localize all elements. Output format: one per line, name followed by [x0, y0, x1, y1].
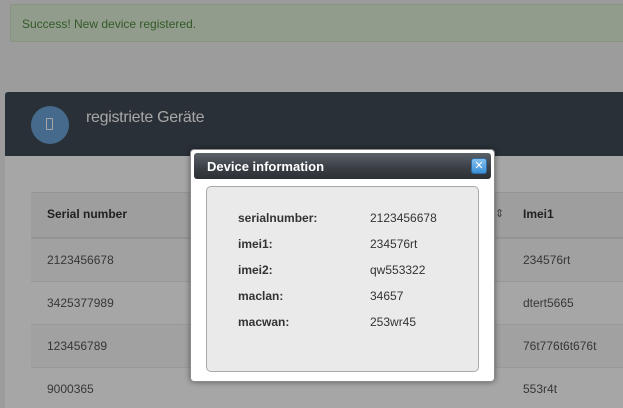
- info-label: imei2:: [238, 263, 273, 277]
- info-row-imei2: imei2: qw553322: [207, 263, 478, 281]
- device-info-box: serialnumber: 2123456678 imei1: 234576rt…: [206, 186, 479, 372]
- info-value: 234576rt: [370, 237, 418, 251]
- info-row-serialnumber: serialnumber: 2123456678: [207, 211, 478, 229]
- info-row-imei1: imei1: 234576rt: [207, 237, 478, 255]
- device-information-dialog: Device information ✕ serialnumber: 21234…: [190, 149, 495, 382]
- info-value: 253wr45: [370, 315, 417, 329]
- info-row-macwan: macwan: 253wr45: [207, 315, 478, 333]
- info-value: 2123456678: [370, 211, 437, 225]
- info-row-maclan: maclan: 34657: [207, 289, 478, 307]
- info-label: maclan:: [238, 289, 284, 303]
- info-value: qw553322: [370, 263, 426, 277]
- info-label: serialnumber:: [238, 211, 318, 225]
- close-icon[interactable]: ✕: [471, 158, 487, 174]
- info-value: 34657: [370, 289, 404, 303]
- info-label: macwan:: [238, 315, 290, 329]
- info-label: imei1:: [238, 237, 273, 251]
- dialog-titlebar[interactable]: Device information ✕: [194, 153, 491, 179]
- dialog-title: Device information: [207, 159, 325, 174]
